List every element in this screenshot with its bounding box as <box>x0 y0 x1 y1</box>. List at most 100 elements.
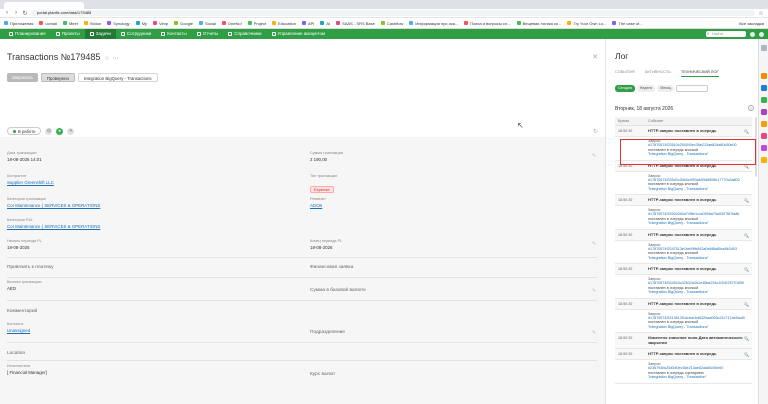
bookmark-item[interactable]: API <box>301 21 314 26</box>
nav-item-0[interactable]: Планирование <box>4 29 51 39</box>
search-icon[interactable]: 🔍 <box>744 129 749 134</box>
close-icon[interactable]: ✕ <box>592 53 598 61</box>
url-field[interactable]: portal.planfix.com/task/179485 <box>31 10 755 16</box>
bookmark-item[interactable]: AI <box>320 21 330 26</box>
edit-icon[interactable]: ✎ <box>592 241 596 247</box>
field-pnl[interactable]: Категория P&L Cor Maintenance ( SERVICES… <box>7 218 100 229</box>
add-button[interactable]: + <box>67 127 75 135</box>
back-icon[interactable]: ‹ <box>4 10 10 16</box>
log-event-button-name[interactable]: "Integration BigQuery - Transaction" <box>648 375 749 380</box>
nav-item-7[interactable]: Управление аккаунтом <box>267 29 331 39</box>
tab-activity[interactable]: АКТИВНОСТЬ <box>645 69 671 77</box>
bookmark-item[interactable]: Информация про ока... <box>409 21 458 26</box>
nav-item-6[interactable]: Справочники <box>223 29 266 39</box>
refresh-icon[interactable]: ↻ <box>593 128 598 135</box>
nav-item-2[interactable]: Задачи <box>84 29 116 39</box>
edit-icon[interactable]: ✎ <box>592 288 596 294</box>
field-sum[interactable]: Сумма транзакции 2 190,00 <box>310 151 343 162</box>
field-location[interactable]: Location <box>7 351 25 356</box>
field-period-end[interactable]: Конец периода PL 18-08-2026 <box>310 239 342 250</box>
field-link[interactable]: Cor Maintenance ( SERVICES & OPERATIONS <box>7 224 100 229</box>
menu-icon[interactable] <box>761 45 767 51</box>
tab-technical-log[interactable]: ТЕХНИЧЕСКИЙ ЛОГ <box>680 69 719 77</box>
search-icon[interactable]: 🔍 <box>744 198 749 203</box>
bookmark-item[interactable]: Cashflow <box>380 21 403 26</box>
field-division[interactable]: Подразделение <box>310 330 345 335</box>
field-account[interactable]: Реквизит ADCB <box>310 197 326 208</box>
search-icon[interactable]: 🔍 <box>744 302 749 307</box>
search-icon[interactable]: 🔍 <box>744 267 749 272</box>
favorite-star-icon[interactable]: ☆ <box>104 56 109 62</box>
bookmark-item[interactable]: The case of... <box>612 21 643 26</box>
phone-icon[interactable] <box>761 97 767 103</box>
field-finance-link[interactable]: Финансовая заявка <box>310 265 353 270</box>
notes-icon[interactable] <box>761 133 767 139</box>
field-date[interactable]: Дата транзакции 18-08-2026 14:01 <box>7 151 42 162</box>
reload-icon[interactable]: ↻ <box>22 10 28 17</box>
stage-current-button[interactable]: Проверено <box>40 73 75 82</box>
filter-month[interactable]: Месяц <box>657 85 675 92</box>
all-bookmarks[interactable]: Все закладки <box>739 21 764 26</box>
field-type[interactable]: Тип транзакции Expense <box>310 174 337 196</box>
edit-icon[interactable]: ✎ <box>592 330 596 336</box>
field-rate[interactable]: Курс валют <box>310 372 335 377</box>
help-icon[interactable]: ? <box>748 105 754 111</box>
field-payment-plan[interactable]: Привязать к платежу <box>7 265 54 270</box>
tasks-icon[interactable] <box>761 121 767 127</box>
tab-events[interactable]: СОБЫТИЯ <box>615 69 635 77</box>
field-counterparty[interactable]: Контрагент Supplier Greenshift LLC <box>7 174 54 185</box>
field-category[interactable]: Категория транзакции Cor Maintenance ( S… <box>7 197 100 208</box>
log-event-button-name[interactable]: "Integration BigQuery - Transactions" <box>648 325 749 330</box>
bookmark-item[interactable]: Vimp <box>153 21 168 26</box>
mail-icon[interactable] <box>761 85 767 91</box>
notifications-icon[interactable] <box>750 31 755 37</box>
bookmark-item[interactable]: SAAS - SRS Base <box>336 21 375 26</box>
bookmark-item[interactable]: OneNo! <box>221 21 242 26</box>
stage-prev-button[interactable]: Запросить <box>7 73 38 82</box>
field-contacts[interactable]: Контакты Unassigned <box>7 322 30 333</box>
bookmark-item[interactable]: ucmail <box>39 21 57 26</box>
log-event-button-name[interactable]: "Integration BigQuery - Transactions" <box>648 256 749 261</box>
log-event-button-name[interactable]: "Integration BigQuery - Transactions" <box>648 290 749 295</box>
bookmark-item[interactable]: Stolon <box>83 21 101 26</box>
field-link[interactable]: Supplier Greenshift LLC <box>7 180 54 185</box>
flow-button[interactable]: Integration BigQuery - Transactions <box>77 73 158 82</box>
filter-today[interactable]: Сегодня <box>615 85 635 92</box>
field-period-start[interactable]: Начало периода PL 18-08-2026 <box>7 239 42 250</box>
bell-icon[interactable] <box>761 157 767 163</box>
nav-item-5[interactable]: Отчеты <box>192 29 224 39</box>
bookmark-item[interactable]: My <box>135 21 147 26</box>
search-input[interactable]: Найти <box>706 31 746 37</box>
log-event-link[interactable]: #17870574f3352c0b0d74f8e1ccc059ba75a5307… <box>648 212 749 217</box>
status-pill[interactable]: В работе <box>7 127 42 135</box>
field-pay-currency[interactable]: Валюта транзакции AED <box>7 280 41 291</box>
search-icon[interactable]: 🔍 <box>744 336 749 341</box>
search-icon[interactable]: 🔍 <box>744 233 749 238</box>
chat-icon[interactable] <box>761 73 767 79</box>
files-icon[interactable] <box>761 145 767 151</box>
bookmark-item[interactable]: Meet <box>62 21 78 26</box>
field-link[interactable]: ADCB <box>310 203 326 208</box>
star-icon[interactable]: ☆ <box>758 10 764 17</box>
avatar[interactable] <box>759 31 764 37</box>
date-input[interactable] <box>676 85 709 92</box>
bookmark-item[interactable]: Synology <box>107 21 130 26</box>
bookmark-item[interactable]: Вещевая логика ко... <box>516 21 561 26</box>
action-button[interactable]: ⊙ <box>45 127 53 135</box>
bookmark-item[interactable]: Project <box>247 21 266 26</box>
filter-week[interactable]: Неделя <box>636 85 656 92</box>
field-link[interactable]: Unassigned <box>7 328 30 333</box>
search-icon[interactable]: 🔍 <box>744 352 749 357</box>
nav-item-1[interactable]: Проекты <box>51 29 85 39</box>
more-icon[interactable]: ⋯ <box>113 56 119 62</box>
nav-item-3[interactable]: Сотрудники <box>116 29 156 39</box>
bookmark-item[interactable]: Приложения <box>4 21 33 26</box>
bookmark-item[interactable]: Психа и вопросы сл... <box>464 21 511 26</box>
field-currency-sum[interactable]: Сумма в базовой валюте <box>310 288 366 293</box>
calendar-icon[interactable] <box>761 109 767 115</box>
bookmark-item[interactable]: Google <box>174 21 193 26</box>
nav-item-4[interactable]: Контакты <box>156 29 191 39</box>
bookmark-item[interactable]: Education <box>272 21 296 26</box>
browser-tab[interactable] <box>4 2 84 9</box>
field-comment[interactable]: Комментарий <box>7 309 37 314</box>
